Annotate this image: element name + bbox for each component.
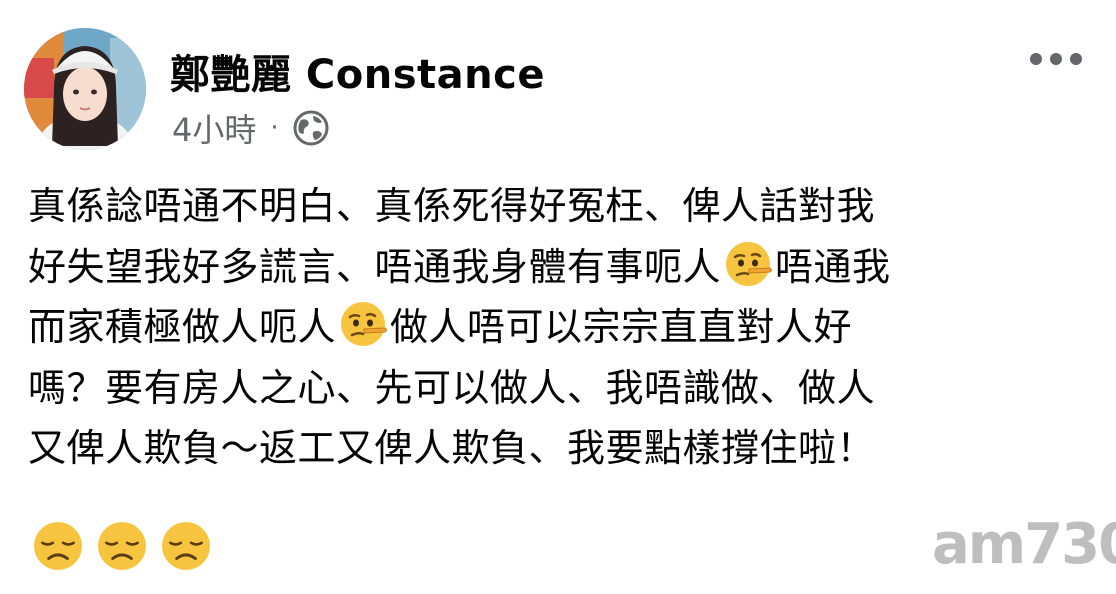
more-dot	[1050, 53, 1062, 65]
post-meta: 4小時 ·	[172, 106, 331, 150]
author-name[interactable]: 鄭艷麗 Constance	[170, 42, 545, 100]
emoji-row	[30, 520, 214, 572]
globe-icon[interactable]	[291, 108, 331, 148]
meta-separator: ·	[270, 113, 279, 143]
am730-watermark-logo: am730	[932, 512, 1116, 577]
more-dot	[1070, 53, 1082, 65]
post-body: 真係諗唔通不明白、真係死得好冤枉、俾人話對我 好失望我好多謊言、唔通我身體有事呃…	[28, 176, 1068, 479]
post-text-line: 真係諗唔通不明白、真係死得好冤枉、俾人話對我	[28, 184, 876, 228]
disappointed-face-emoji	[162, 522, 210, 570]
lying-face-emoji	[726, 241, 773, 286]
disappointed-face-emoji	[98, 522, 146, 570]
post-timestamp[interactable]: 4小時	[172, 105, 256, 151]
avatar[interactable]	[24, 28, 146, 150]
post-text-segment: 而家積極做人呃人	[28, 305, 337, 349]
post-text-line: 而家積極做人呃人 做人唔可以宗宗直直對人好	[28, 297, 1068, 358]
more-options-button[interactable]	[1030, 44, 1082, 74]
post-text-line: 嗎？要有房人之心、先可以做人、我唔識做、做人	[28, 365, 876, 410]
lying-face-emoji	[341, 302, 388, 346]
post-text-segment: 做人唔可以宗宗直直對人好	[390, 305, 853, 349]
post-text-segment: 唔通我	[775, 244, 891, 289]
more-dot	[1030, 53, 1042, 65]
profile-photo-image	[24, 28, 146, 150]
post-text-segment: 好失望我好多謊言、唔通我身體有事呃人	[28, 244, 722, 289]
facebook-post: 鄭艷麗 Constance 4小時 · 真係諗唔通不明白、真係死得好冤枉、俾人話…	[0, 0, 1116, 594]
post-text-line: 又俾人欺負～返工又俾人欺負、我要點樣撐住啦！	[28, 426, 876, 470]
disappointed-face-emoji	[34, 522, 82, 570]
post-text-line: 好失望我好多謊言、唔通我身體有事呃人 唔通我	[28, 237, 1068, 298]
